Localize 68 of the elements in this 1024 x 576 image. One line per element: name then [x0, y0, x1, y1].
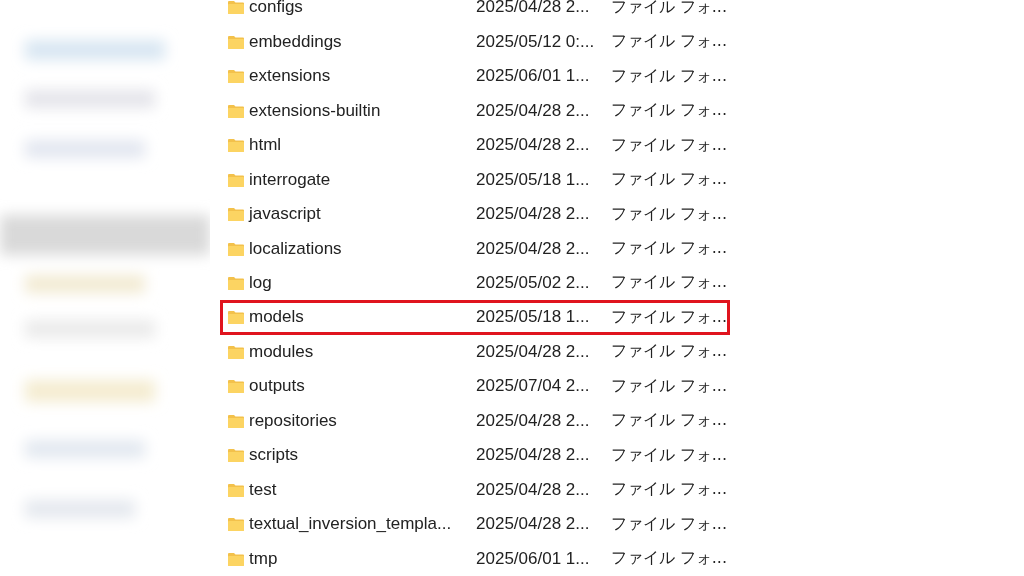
file-name[interactable]: tmp [249, 548, 476, 569]
folder-icon [228, 172, 244, 187]
file-name[interactable]: javascript [249, 204, 476, 225]
file-type: ファイル フォ... [610, 341, 727, 363]
folder-icon [228, 138, 244, 153]
modified-date: 2025/05/18 1... [476, 169, 591, 190]
file-name[interactable]: html [249, 135, 476, 156]
file-name[interactable]: scripts [249, 445, 476, 466]
modified-date: 2025/04/28 2... [476, 204, 591, 225]
file-name[interactable]: interrogate [249, 169, 476, 190]
modified-date: 2025/04/28 2... [476, 0, 591, 18]
file-name[interactable]: extensions-builtin [249, 100, 476, 121]
file-type: ファイル フォ... [610, 548, 727, 570]
file-name[interactable]: test [249, 479, 476, 500]
file-name[interactable]: embeddings [249, 31, 476, 52]
file-name[interactable]: models [249, 307, 476, 328]
folder-icon [228, 344, 244, 359]
file-name[interactable]: modules [249, 341, 476, 362]
file-type: ファイル フォ... [610, 134, 727, 156]
modified-date: 2025/04/28 2... [476, 410, 591, 431]
folder-icon [228, 241, 244, 256]
folder-icon [228, 207, 244, 222]
modified-date: 2025/06/01 1... [476, 548, 591, 569]
modified-date: 2025/05/12 0:... [476, 31, 596, 52]
modified-date: 2025/05/02 2... [476, 273, 591, 293]
file-type: ファイル フォ... [610, 0, 727, 18]
folder-icon [228, 310, 244, 325]
modified-date: 2025/04/28 2... [476, 341, 591, 362]
file-name[interactable]: extensions [249, 66, 476, 87]
modified-date: 2025/04/28 2... [476, 100, 591, 121]
modified-date: 2025/04/28 2... [476, 445, 591, 466]
file-type: ファイル フォ... [610, 31, 727, 53]
file-type: ファイル フォ... [610, 479, 727, 501]
file-name[interactable]: outputs [249, 376, 476, 397]
file-type: ファイル フォ... [610, 238, 727, 259]
folder-icon [228, 448, 244, 463]
modified-date: 2025/04/28 2... [476, 514, 591, 535]
folder-icon [228, 413, 244, 428]
folder-icon [228, 276, 244, 290]
folder-icon [228, 517, 244, 532]
file-name[interactable]: configs [249, 0, 476, 18]
folder-icon [228, 0, 244, 15]
file-type: ファイル フォ... [610, 169, 727, 191]
file-type: ファイル フォ... [610, 306, 727, 328]
modified-date: 2025/06/01 1... [476, 66, 591, 87]
folder-icon [228, 34, 244, 49]
file-type: ファイル フォ... [610, 100, 727, 122]
modified-date: 2025/04/28 2... [476, 135, 591, 156]
file-type: ファイル フォ... [610, 65, 727, 87]
folder-icon [228, 69, 244, 84]
modified-date: 2025/04/28 2... [476, 479, 591, 500]
file-type: ファイル フォ... [610, 444, 727, 466]
modified-date: 2025/05/18 1... [476, 307, 591, 328]
file-name[interactable]: textual_inversion_templa... [249, 514, 476, 535]
folder-icon [228, 379, 244, 394]
file-type: ファイル フォ... [610, 203, 727, 225]
file-type: ファイル フォ... [610, 513, 727, 535]
modified-date: 2025/07/04 2... [476, 376, 591, 397]
file-type: ファイル フォ... [610, 272, 727, 294]
folder-icon [228, 482, 244, 497]
folder-icon [228, 103, 244, 118]
file-name[interactable]: localizations [249, 238, 476, 259]
file-type: ファイル フォ... [610, 375, 727, 397]
modified-date: 2025/04/28 2... [476, 238, 591, 259]
file-type: ファイル フォ... [610, 410, 727, 432]
file-name[interactable]: repositories [249, 410, 476, 431]
file-name[interactable]: log [249, 273, 476, 293]
folder-icon [228, 551, 244, 566]
